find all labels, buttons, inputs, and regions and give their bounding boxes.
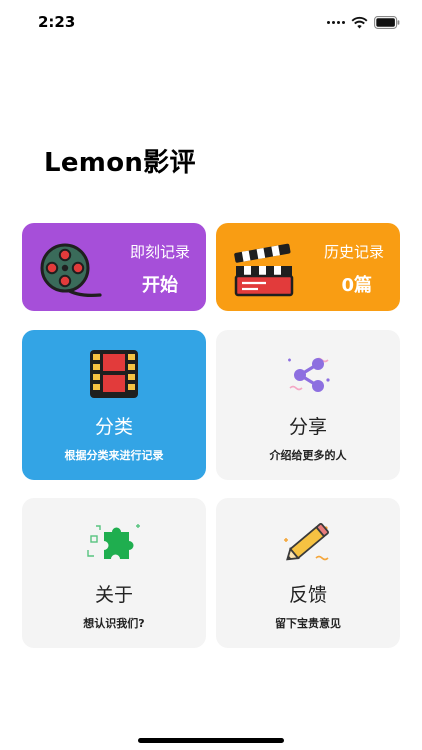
about-title: 关于 [94,584,133,606]
wifi-icon [351,16,368,28]
clapperboard-icon [234,243,294,297]
history-label: 历史记录 [323,243,384,261]
share-card[interactable]: 分享 介绍给更多的人 [216,330,400,480]
history-count: 0篇 [341,275,372,296]
about-card[interactable]: 关于 想认识我们? [22,498,206,648]
about-subtitle: 想认识我们? [83,617,145,630]
category-subtitle: 根据分类来进行记录 [64,449,164,462]
status-time: 2:23 [38,13,76,31]
category-card[interactable]: 分类 根据分类来进行记录 [22,330,206,480]
share-subtitle: 介绍给更多的人 [269,449,347,462]
record-label: 即刻记录 [129,243,190,261]
history-card[interactable]: 历史记录 0篇 [216,223,400,311]
battery-icon [374,15,400,29]
film-reel-icon [40,243,102,297]
feedback-title: 反馈 [288,584,327,606]
signal-icon [327,20,345,24]
status-bar: 2:23 [0,0,422,44]
record-start: 开始 [142,275,178,296]
pencil-icon [284,522,329,561]
record-card[interactable]: 即刻记录 开始 [22,223,206,311]
share-title: 分享 [288,416,327,438]
feedback-card[interactable]: 反馈 留下宝贵意见 [216,498,400,648]
category-title: 分类 [94,416,133,438]
status-icons [327,14,400,30]
feedback-subtitle: 留下宝贵意见 [275,617,341,630]
home-indicator[interactable] [138,738,284,743]
share-icon [288,357,330,392]
film-strip-icon [90,350,138,398]
page-title: Lemon影评 [44,148,196,178]
puzzle-piece-icon [87,524,140,559]
